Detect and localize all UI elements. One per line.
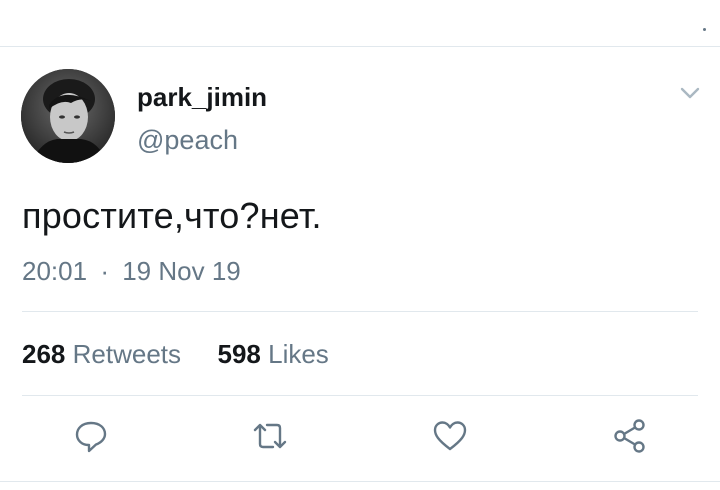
bottom-divider — [0, 481, 720, 482]
avatar-image — [21, 69, 115, 163]
tweet-text: простите,что?нет. — [22, 195, 322, 236]
retweets-count: 268 — [22, 339, 66, 369]
likes-label: Likes — [268, 339, 329, 369]
user-handle[interactable]: @peach — [137, 125, 238, 156]
avatar[interactable] — [21, 69, 115, 163]
display-name[interactable]: park_jimin — [137, 82, 267, 113]
stats-top-divider — [22, 311, 698, 312]
retweet-icon[interactable] — [252, 418, 288, 454]
heart-icon[interactable] — [432, 418, 468, 454]
meta-separator: · — [100, 256, 109, 286]
likes-count: 598 — [217, 339, 261, 369]
stats-bottom-divider — [22, 395, 698, 396]
share-icon[interactable] — [612, 418, 648, 454]
retweets-label: Retweets — [72, 339, 182, 369]
retweets-stat[interactable]: 268 Retweets — [22, 339, 188, 369]
chevron-down-icon[interactable] — [678, 84, 702, 102]
tweet-time: 20:01 — [22, 256, 88, 286]
likes-stat[interactable]: 598 Likes — [210, 339, 329, 369]
reply-icon[interactable] — [73, 418, 109, 454]
tweet-date: 19 Nov 19 — [122, 256, 241, 286]
engagement-stats: 268 Retweets 598 Likes — [22, 339, 329, 370]
top-divider — [0, 46, 720, 47]
status-dot — [703, 28, 706, 31]
tweet-timestamp[interactable]: 20:01 · 19 Nov 19 — [22, 256, 241, 287]
